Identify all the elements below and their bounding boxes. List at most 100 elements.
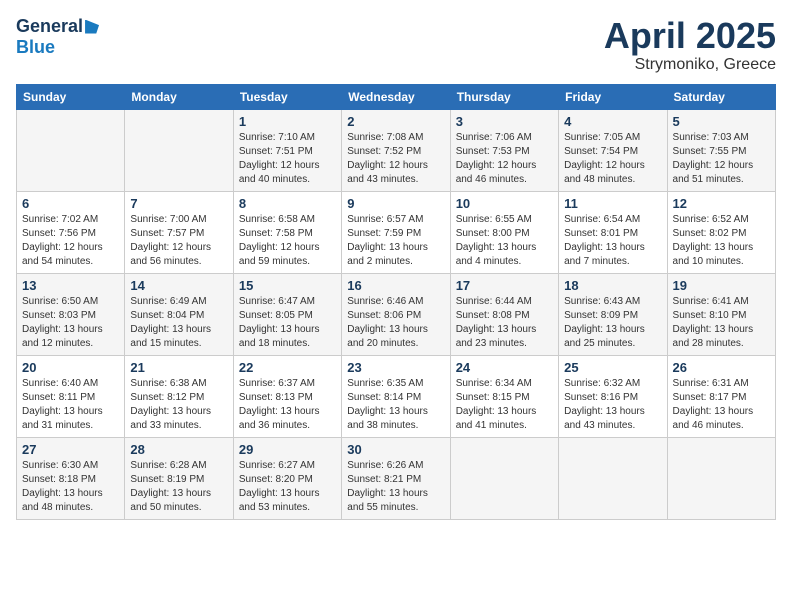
logo: General Blue — [16, 16, 99, 58]
week-row-1: 1 Sunrise: 7:10 AM Sunset: 7:51 PM Daylig… — [17, 109, 776, 191]
logo-blue: Blue — [16, 37, 55, 58]
day-info: Sunrise: 6:49 AM Sunset: 8:04 PM Dayligh… — [130, 295, 227, 351]
day-cell-24: 24 Sunrise: 6:34 AM Sunset: 8:15 PM Dayli… — [450, 355, 558, 437]
day-cell-4: 4 Sunrise: 7:05 AM Sunset: 7:54 PM Daylig… — [559, 109, 667, 191]
day-number: 14 — [130, 278, 227, 293]
week-row-2: 6 Sunrise: 7:02 AM Sunset: 7:56 PM Daylig… — [17, 191, 776, 273]
week-row-4: 20Sunrise: 6:40 AM Sunset: 8:11 PM Dayli… — [17, 355, 776, 437]
day-cell-20: 20Sunrise: 6:40 AM Sunset: 8:11 PM Dayli… — [17, 355, 125, 437]
day-number: 16 — [347, 278, 444, 293]
day-number: 15 — [239, 278, 336, 293]
day-number: 21 — [130, 360, 227, 375]
day-info: Sunrise: 6:54 AM Sunset: 8:01 PM Dayligh… — [564, 213, 661, 269]
day-info: Sunrise: 7:02 AM Sunset: 7:56 PM Dayligh… — [22, 213, 119, 269]
day-number: 17 — [456, 278, 553, 293]
day-info: Sunrise: 7:10 AM Sunset: 7:51 PM Dayligh… — [239, 131, 336, 187]
day-cell-25: 25 Sunrise: 6:32 AM Sunset: 8:16 PM Dayli… — [559, 355, 667, 437]
day-info: Sunrise: 6:34 AM Sunset: 8:15 PM Dayligh… — [456, 377, 553, 433]
day-cell-7: 7 Sunrise: 7:00 AM Sunset: 7:57 PM Daylig… — [125, 191, 233, 273]
day-cell-10: 10 Sunrise: 6:55 AM Sunset: 8:00 PM Dayli… — [450, 191, 558, 273]
header-row: SundayMondayTuesdayWednesdayThursdayFrid… — [17, 84, 776, 109]
day-info: Sunrise: 6:55 AM Sunset: 8:00 PM Dayligh… — [456, 213, 553, 269]
week-row-3: 13 Sunrise: 6:50 AM Sunset: 8:03 PM Dayli… — [17, 273, 776, 355]
logo-icon — [85, 20, 99, 34]
day-number: 25 — [564, 360, 661, 375]
day-number: 30 — [347, 442, 444, 457]
day-number: 5 — [673, 114, 770, 129]
day-info: Sunrise: 6:46 AM Sunset: 8:06 PM Dayligh… — [347, 295, 444, 351]
week-row-5: 27 Sunrise: 6:30 AM Sunset: 8:18 PM Dayli… — [17, 437, 776, 519]
day-number: 24 — [456, 360, 553, 375]
day-cell-17: 17Sunrise: 6:44 AM Sunset: 8:08 PM Dayli… — [450, 273, 558, 355]
empty-cell — [125, 109, 233, 191]
day-number: 4 — [564, 114, 661, 129]
day-cell-9: 9 Sunrise: 6:57 AM Sunset: 7:59 PM Daylig… — [342, 191, 450, 273]
day-cell-22: 22 Sunrise: 6:37 AM Sunset: 8:13 PM Dayli… — [233, 355, 341, 437]
day-number: 11 — [564, 196, 661, 211]
day-info: Sunrise: 7:08 AM Sunset: 7:52 PM Dayligh… — [347, 131, 444, 187]
location-title: Strymoniko, Greece — [604, 56, 776, 74]
header-cell-friday: Friday — [559, 84, 667, 109]
day-number: 13 — [22, 278, 119, 293]
day-cell-1: 1 Sunrise: 7:10 AM Sunset: 7:51 PM Daylig… — [233, 109, 341, 191]
header-cell-wednesday: Wednesday — [342, 84, 450, 109]
day-info: Sunrise: 6:37 AM Sunset: 8:13 PM Dayligh… — [239, 377, 336, 433]
day-info: Sunrise: 6:38 AM Sunset: 8:12 PM Dayligh… — [130, 377, 227, 433]
day-cell-5: 5 Sunrise: 7:03 AM Sunset: 7:55 PM Daylig… — [667, 109, 775, 191]
day-cell-11: 11 Sunrise: 6:54 AM Sunset: 8:01 PM Dayli… — [559, 191, 667, 273]
day-info: Sunrise: 7:00 AM Sunset: 7:57 PM Dayligh… — [130, 213, 227, 269]
header: General Blue April 2025 Strymoniko, Gree… — [16, 16, 776, 74]
day-info: Sunrise: 6:26 AM Sunset: 8:21 PM Dayligh… — [347, 459, 444, 515]
day-cell-12: 12 Sunrise: 6:52 AM Sunset: 8:02 PM Dayli… — [667, 191, 775, 273]
day-number: 22 — [239, 360, 336, 375]
day-number: 9 — [347, 196, 444, 211]
header-cell-sunday: Sunday — [17, 84, 125, 109]
day-cell-18: 18Sunrise: 6:43 AM Sunset: 8:09 PM Dayli… — [559, 273, 667, 355]
day-number: 6 — [22, 196, 119, 211]
day-cell-16: 16 Sunrise: 6:46 AM Sunset: 8:06 PM Dayli… — [342, 273, 450, 355]
day-info: Sunrise: 7:06 AM Sunset: 7:53 PM Dayligh… — [456, 131, 553, 187]
day-cell-21: 21 Sunrise: 6:38 AM Sunset: 8:12 PM Dayli… — [125, 355, 233, 437]
day-cell-26: 26Sunrise: 6:31 AM Sunset: 8:17 PM Dayli… — [667, 355, 775, 437]
day-number: 28 — [130, 442, 227, 457]
header-cell-monday: Monday — [125, 84, 233, 109]
day-number: 2 — [347, 114, 444, 129]
title-area: April 2025 Strymoniko, Greece — [604, 16, 776, 74]
empty-cell — [450, 437, 558, 519]
day-number: 1 — [239, 114, 336, 129]
header-cell-thursday: Thursday — [450, 84, 558, 109]
day-number: 23 — [347, 360, 444, 375]
day-cell-23: 23 Sunrise: 6:35 AM Sunset: 8:14 PM Dayli… — [342, 355, 450, 437]
empty-cell — [667, 437, 775, 519]
day-number: 27 — [22, 442, 119, 457]
logo-general: General — [16, 16, 83, 37]
calendar-table: SundayMondayTuesdayWednesdayThursdayFrid… — [16, 84, 776, 520]
empty-cell — [559, 437, 667, 519]
day-cell-2: 2 Sunrise: 7:08 AM Sunset: 7:52 PM Daylig… — [342, 109, 450, 191]
day-info: Sunrise: 6:30 AM Sunset: 8:18 PM Dayligh… — [22, 459, 119, 515]
day-info: Sunrise: 6:52 AM Sunset: 8:02 PM Dayligh… — [673, 213, 770, 269]
day-cell-3: 3 Sunrise: 7:06 AM Sunset: 7:53 PM Daylig… — [450, 109, 558, 191]
day-info: Sunrise: 6:40 AM Sunset: 8:11 PM Dayligh… — [22, 377, 119, 433]
day-cell-29: 29Sunrise: 6:27 AM Sunset: 8:20 PM Dayli… — [233, 437, 341, 519]
day-number: 3 — [456, 114, 553, 129]
day-info: Sunrise: 6:57 AM Sunset: 7:59 PM Dayligh… — [347, 213, 444, 269]
day-info: Sunrise: 6:32 AM Sunset: 8:16 PM Dayligh… — [564, 377, 661, 433]
empty-cell — [17, 109, 125, 191]
day-info: Sunrise: 6:41 AM Sunset: 8:10 PM Dayligh… — [673, 295, 770, 351]
day-cell-6: 6 Sunrise: 7:02 AM Sunset: 7:56 PM Daylig… — [17, 191, 125, 273]
day-cell-8: 8Sunrise: 6:58 AM Sunset: 7:58 PM Daylig… — [233, 191, 341, 273]
day-info: Sunrise: 6:28 AM Sunset: 8:19 PM Dayligh… — [130, 459, 227, 515]
day-cell-13: 13 Sunrise: 6:50 AM Sunset: 8:03 PM Dayli… — [17, 273, 125, 355]
day-info: Sunrise: 6:50 AM Sunset: 8:03 PM Dayligh… — [22, 295, 119, 351]
day-info: Sunrise: 6:35 AM Sunset: 8:14 PM Dayligh… — [347, 377, 444, 433]
day-number: 29 — [239, 442, 336, 457]
day-number: 10 — [456, 196, 553, 211]
day-cell-14: 14 Sunrise: 6:49 AM Sunset: 8:04 PM Dayli… — [125, 273, 233, 355]
header-cell-tuesday: Tuesday — [233, 84, 341, 109]
day-number: 7 — [130, 196, 227, 211]
month-title: April 2025 — [604, 16, 776, 56]
day-info: Sunrise: 7:05 AM Sunset: 7:54 PM Dayligh… — [564, 131, 661, 187]
day-info: Sunrise: 7:03 AM Sunset: 7:55 PM Dayligh… — [673, 131, 770, 187]
day-number: 12 — [673, 196, 770, 211]
